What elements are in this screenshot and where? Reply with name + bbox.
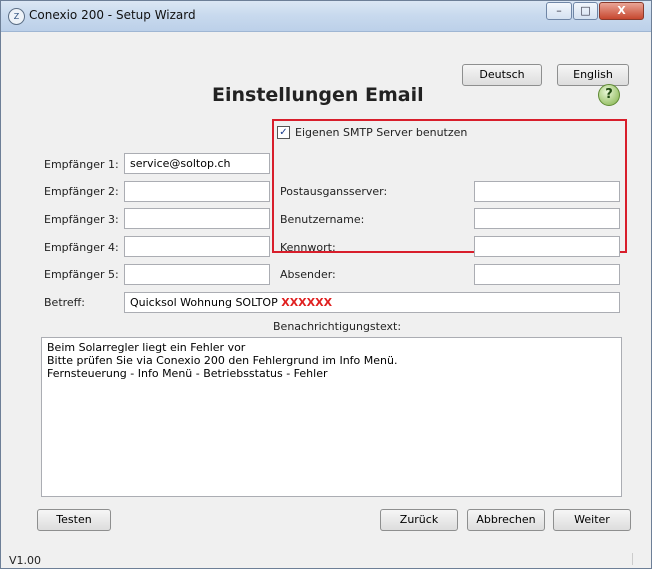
subject-placeholder-highlight: XXXXXX <box>281 296 333 309</box>
back-button[interactable]: Zurück <box>380 509 458 531</box>
help-icon[interactable]: ? <box>598 84 620 106</box>
smtp-username-label: Benutzername: <box>280 213 365 226</box>
recipient-1-label: Empfänger 1: <box>44 158 119 171</box>
smtp-sender-field[interactable] <box>474 264 620 285</box>
recipient-2-label: Empfänger 2: <box>44 185 119 198</box>
recipient-5-label: Empfänger 5: <box>44 268 119 281</box>
message-textarea[interactable]: Beim Solarregler liegt ein Fehler vor Bi… <box>41 337 622 497</box>
message-line: Beim Solarregler liegt ein Fehler vor <box>47 341 246 354</box>
smtp-password-field[interactable] <box>474 236 620 257</box>
resize-grip-icon[interactable] <box>632 553 645 565</box>
recipient-1-field[interactable]: service@soltop.ch <box>124 153 270 174</box>
title-bar[interactable]: Z Conexio 200 - Setup Wizard – □ X <box>1 1 651 32</box>
recipient-4-field[interactable] <box>124 236 270 257</box>
page-title: Einstellungen Email <box>212 84 424 106</box>
message-line: Fernsteuerung - Info Menü - Betriebsstat… <box>47 367 328 380</box>
recipient-5-field[interactable] <box>124 264 270 285</box>
subject-text: Quicksol Wohnung SOLTOP <box>130 296 278 309</box>
deutsch-button[interactable]: Deutsch <box>462 64 542 86</box>
smtp-password-label: Kennwort: <box>280 241 336 254</box>
recipient-4-label: Empfänger 4: <box>44 241 119 254</box>
maximize-button[interactable]: □ <box>573 2 598 20</box>
recipient-3-label: Empfänger 3: <box>44 213 119 226</box>
subject-field[interactable]: Quicksol Wohnung SOLTOP XXXXXX <box>124 292 620 313</box>
cancel-button[interactable]: Abbrechen <box>467 509 545 531</box>
app-icon: Z <box>8 8 25 25</box>
test-button[interactable]: Testen <box>37 509 111 531</box>
recipient-2-field[interactable] <box>124 181 270 202</box>
version-label: V1.00 <box>9 554 42 567</box>
english-button[interactable]: English <box>557 64 629 86</box>
smtp-username-field[interactable] <box>474 208 620 229</box>
message-line: Bitte prüfen Sie via Conexio 200 den Feh… <box>47 354 398 367</box>
smtp-checkbox-label[interactable]: Eigenen SMTP Server benutzen <box>295 126 467 139</box>
smtp-server-label: Postausgansserver: <box>280 185 388 198</box>
smtp-server-field[interactable] <box>474 181 620 202</box>
close-button[interactable]: X <box>599 2 644 20</box>
subject-label: Betreff: <box>44 296 85 309</box>
next-button[interactable]: Weiter <box>553 509 631 531</box>
message-label: Benachrichtigungstext: <box>273 320 402 333</box>
minimize-button[interactable]: – <box>546 2 572 20</box>
recipient-3-field[interactable] <box>124 208 270 229</box>
smtp-sender-label: Absender: <box>280 268 336 281</box>
smtp-checkbox[interactable]: ✓ <box>277 126 290 139</box>
window-title: Conexio 200 - Setup Wizard <box>29 8 196 22</box>
